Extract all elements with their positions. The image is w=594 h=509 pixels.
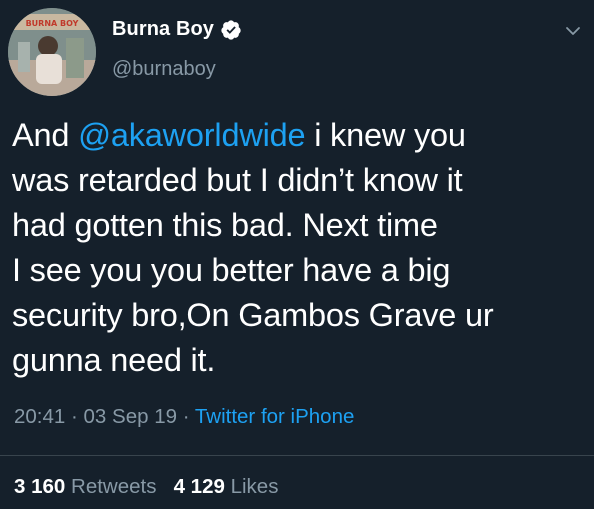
verified-badge-icon bbox=[220, 19, 242, 41]
tweet-line: I see you you better have a big bbox=[12, 252, 451, 288]
meta-separator: · bbox=[177, 405, 195, 428]
retweets-count: 3 160 bbox=[14, 475, 66, 498]
tweet-stats: 3 160 Retweets 4 129 Likes bbox=[14, 475, 278, 499]
divider bbox=[0, 455, 594, 456]
tweet-line: was retarded but I didn’t know it bbox=[12, 162, 463, 198]
retweets-label: Retweets bbox=[71, 475, 157, 498]
chevron-down-icon[interactable] bbox=[564, 22, 582, 40]
mention-link[interactable]: @akaworldwide bbox=[78, 117, 305, 153]
tweet-text: And @akaworldwide i knew you was retarde… bbox=[12, 113, 582, 383]
tweet-text-suffix: i knew you bbox=[305, 117, 466, 153]
likes-count: 4 129 bbox=[173, 475, 225, 498]
tweet-date[interactable]: 03 Sep 19 bbox=[84, 405, 177, 428]
author-display-name[interactable]: Burna Boy bbox=[112, 18, 214, 41]
likes-stat[interactable]: 4 129 Likes bbox=[174, 475, 279, 498]
tweet-line: security bro,On Gambos Grave ur bbox=[12, 297, 494, 333]
author-handle[interactable]: @burnaboy bbox=[112, 58, 216, 81]
avatar[interactable]: BURNA BOY bbox=[8, 8, 96, 96]
tweet-line: gunna need it. bbox=[12, 342, 216, 378]
tweet-card: BURNA BOY Burna Boy @burnaboy And @akawo… bbox=[0, 0, 594, 509]
meta-separator: · bbox=[65, 405, 84, 428]
tweet-source-link[interactable]: Twitter for iPhone bbox=[195, 405, 355, 428]
author-name-row[interactable]: Burna Boy bbox=[112, 18, 242, 41]
tweet-meta: 20:41 · 03 Sep 19 · Twitter for iPhone bbox=[14, 405, 354, 429]
retweets-stat[interactable]: 3 160 Retweets bbox=[14, 475, 156, 498]
tweet-time[interactable]: 20:41 bbox=[14, 405, 65, 428]
likes-label: Likes bbox=[230, 475, 279, 498]
avatar-image: BURNA BOY bbox=[8, 8, 96, 96]
tweet-text-prefix: And bbox=[12, 117, 79, 153]
avatar-sign-text: BURNA BOY bbox=[26, 19, 79, 28]
tweet-line: And @akaworldwide i knew you bbox=[12, 113, 582, 158]
tweet-line: had gotten this bad. Next time bbox=[12, 207, 438, 243]
